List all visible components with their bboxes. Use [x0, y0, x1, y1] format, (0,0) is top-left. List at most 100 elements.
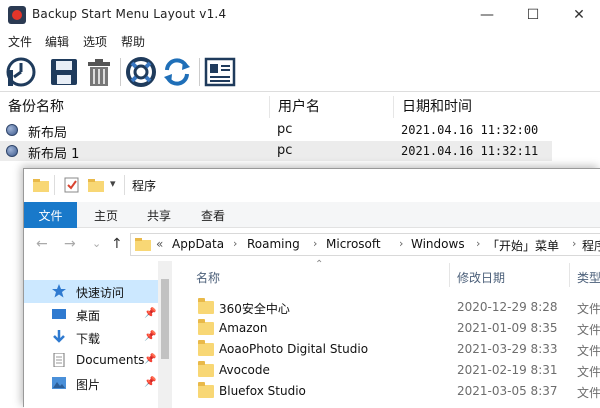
menu-options[interactable]: 选项 — [83, 33, 107, 50]
backup-row[interactable]: 新布局 pc 2021.04.16 11:32:00 — [0, 120, 600, 141]
file-name: 360安全中心 — [219, 302, 290, 316]
nav-item-documents[interactable]: Documents 📌 — [24, 349, 158, 372]
folder-icon — [198, 298, 214, 314]
star-icon — [52, 284, 66, 298]
breadcrumb-microsoft[interactable]: Microsoft — [326, 237, 381, 251]
column-header-datetime[interactable]: 日期和时间 — [394, 96, 600, 118]
close-button[interactable]: ✕ — [556, 0, 600, 30]
refresh-button[interactable] — [160, 56, 194, 88]
delete-button[interactable] — [82, 56, 116, 88]
file-name: Avocode — [219, 363, 270, 377]
properties-button[interactable] — [203, 56, 237, 88]
scrollbar-thumb[interactable] — [161, 279, 169, 359]
nav-item-desktop[interactable]: 桌面 📌 — [24, 303, 158, 326]
menu-file[interactable]: 文件 — [8, 33, 32, 50]
address-bar[interactable]: « AppData › Roaming › Microsoft › Window… — [130, 233, 600, 256]
toolbar-separator — [199, 58, 200, 86]
folder-icon — [198, 340, 214, 356]
app-icon — [8, 6, 26, 24]
address-row: ← → ⌄ ↑ « AppData › Roaming › Microsoft … — [24, 228, 600, 261]
breadcrumb-separator[interactable]: › — [233, 237, 237, 250]
breadcrumb-separator[interactable]: › — [313, 237, 317, 250]
breadcrumb-separator[interactable]: › — [476, 237, 480, 250]
nav-item-quick-access[interactable]: 快速访问 — [24, 280, 158, 303]
file-name: AoaoPhoto Digital Studio — [219, 342, 369, 356]
nav-item-downloads[interactable]: 下载 📌 — [24, 326, 158, 349]
forward-button[interactable]: → — [64, 236, 76, 252]
tab-home[interactable]: 主页 — [94, 207, 118, 224]
properties-check-icon[interactable] — [64, 177, 80, 193]
toolbar-separator — [120, 58, 121, 86]
quick-access-dropdown-icon[interactable]: ▾ — [110, 177, 116, 190]
delete-icon — [88, 59, 110, 86]
title-bar[interactable]: Backup Start Menu Layout v1.4 — ☐ ✕ — [0, 0, 600, 30]
backup-bullet-icon — [6, 145, 18, 157]
column-header-name[interactable]: 备份名称 — [0, 96, 270, 118]
app-window: Backup Start Menu Layout v1.4 — ☐ ✕ 文件 编… — [0, 0, 600, 408]
file-row[interactable]: 360安全中心 2020-12-29 8:28 文件 — [172, 297, 600, 318]
backup-user: pc — [277, 122, 293, 137]
breadcrumb-roaming[interactable]: Roaming — [247, 237, 300, 251]
pin-icon[interactable]: 📌 — [144, 354, 156, 365]
menu-edit[interactable]: 编辑 — [45, 33, 69, 50]
pin-icon[interactable]: 📌 — [144, 308, 156, 319]
recent-locations-icon[interactable]: ⌄ — [92, 237, 101, 250]
column-header-modified[interactable]: 修改日期 — [457, 269, 505, 286]
tab-share[interactable]: 共享 — [147, 207, 171, 224]
up-button[interactable]: ↑ — [111, 236, 123, 252]
save-icon — [51, 59, 77, 85]
file-date: 2021-03-29 8:33 — [457, 342, 558, 356]
pin-icon[interactable]: 📌 — [144, 331, 156, 342]
explorer-title: 程序 — [132, 179, 157, 193]
save-button[interactable] — [47, 56, 81, 88]
nav-label: 桌面 — [76, 309, 101, 323]
navigation-pane: 快速访问 桌面 📌 下载 📌 Documents 📌 图片 📌 — [24, 261, 172, 408]
tab-view[interactable]: 查看 — [201, 207, 225, 224]
list-header: 备份名称 用户名 日期和时间 — [0, 94, 600, 118]
minimize-button[interactable]: — — [464, 0, 510, 30]
file-type: 文件 — [577, 344, 600, 358]
file-row[interactable]: Bluefox Studio 2021-03-05 8:37 文件 — [172, 381, 600, 402]
file-type: 文件 — [577, 302, 600, 316]
ribbon-tabs: 文件 主页 共享 查看 — [24, 202, 600, 228]
backup-user: pc — [277, 143, 293, 158]
nav-label: 图片 — [76, 378, 101, 392]
backup-name: 新布局 1 — [28, 147, 80, 162]
nav-item-pictures[interactable]: 图片 📌 — [24, 372, 158, 395]
column-divider[interactable] — [569, 263, 570, 287]
breadcrumb-programs[interactable]: 程序 — [582, 237, 600, 254]
breadcrumb-start-menu[interactable]: 「开始」菜单 — [487, 237, 559, 254]
file-row[interactable]: Avocode 2021-02-19 8:31 文件 — [172, 360, 600, 381]
breadcrumb-separator[interactable]: › — [399, 237, 403, 250]
backup-row-selected[interactable]: 新布局 1 pc 2021.04.16 11:32:11 — [0, 141, 552, 162]
file-row[interactable]: AoaoPhoto Digital Studio 2021-03-29 8:33… — [172, 339, 600, 360]
breadcrumb-windows[interactable]: Windows — [411, 237, 465, 251]
nav-scrollbar[interactable] — [158, 261, 172, 408]
menu-bar: 文件 编辑 选项 帮助 — [0, 30, 600, 52]
column-divider[interactable] — [449, 263, 450, 287]
file-type: 文件 — [577, 323, 600, 337]
breadcrumb-appdata[interactable]: AppData — [172, 237, 224, 251]
backup-button[interactable] — [4, 56, 38, 88]
file-row[interactable]: Amazon 2021-01-09 8:35 文件 — [172, 318, 600, 339]
column-header-user[interactable]: 用户名 — [270, 96, 394, 118]
nav-label: 快速访问 — [76, 286, 125, 300]
column-header-type[interactable]: 类型 — [577, 269, 600, 286]
restore-icon — [126, 57, 156, 87]
title-separator — [124, 175, 125, 195]
explorer-title-bar[interactable]: ▾ 程序 — [24, 169, 600, 202]
breadcrumb-separator[interactable]: › — [572, 237, 576, 250]
file-date: 2021-01-09 8:35 — [457, 321, 558, 335]
new-folder-icon[interactable] — [88, 178, 104, 192]
column-header-name[interactable]: 名称 — [196, 269, 220, 286]
nav-label: Documents — [76, 353, 145, 367]
menu-help[interactable]: 帮助 — [121, 33, 145, 50]
back-button[interactable]: ← — [36, 236, 48, 252]
tab-file[interactable]: 文件 — [24, 202, 77, 228]
restore-button[interactable] — [124, 56, 158, 88]
maximize-button[interactable]: ☐ — [510, 0, 556, 30]
pin-icon[interactable]: 📌 — [144, 377, 156, 388]
folder-icon — [198, 382, 214, 398]
backup-name: 新布局 — [28, 126, 68, 141]
address-overflow-icon[interactable]: « — [156, 237, 163, 251]
